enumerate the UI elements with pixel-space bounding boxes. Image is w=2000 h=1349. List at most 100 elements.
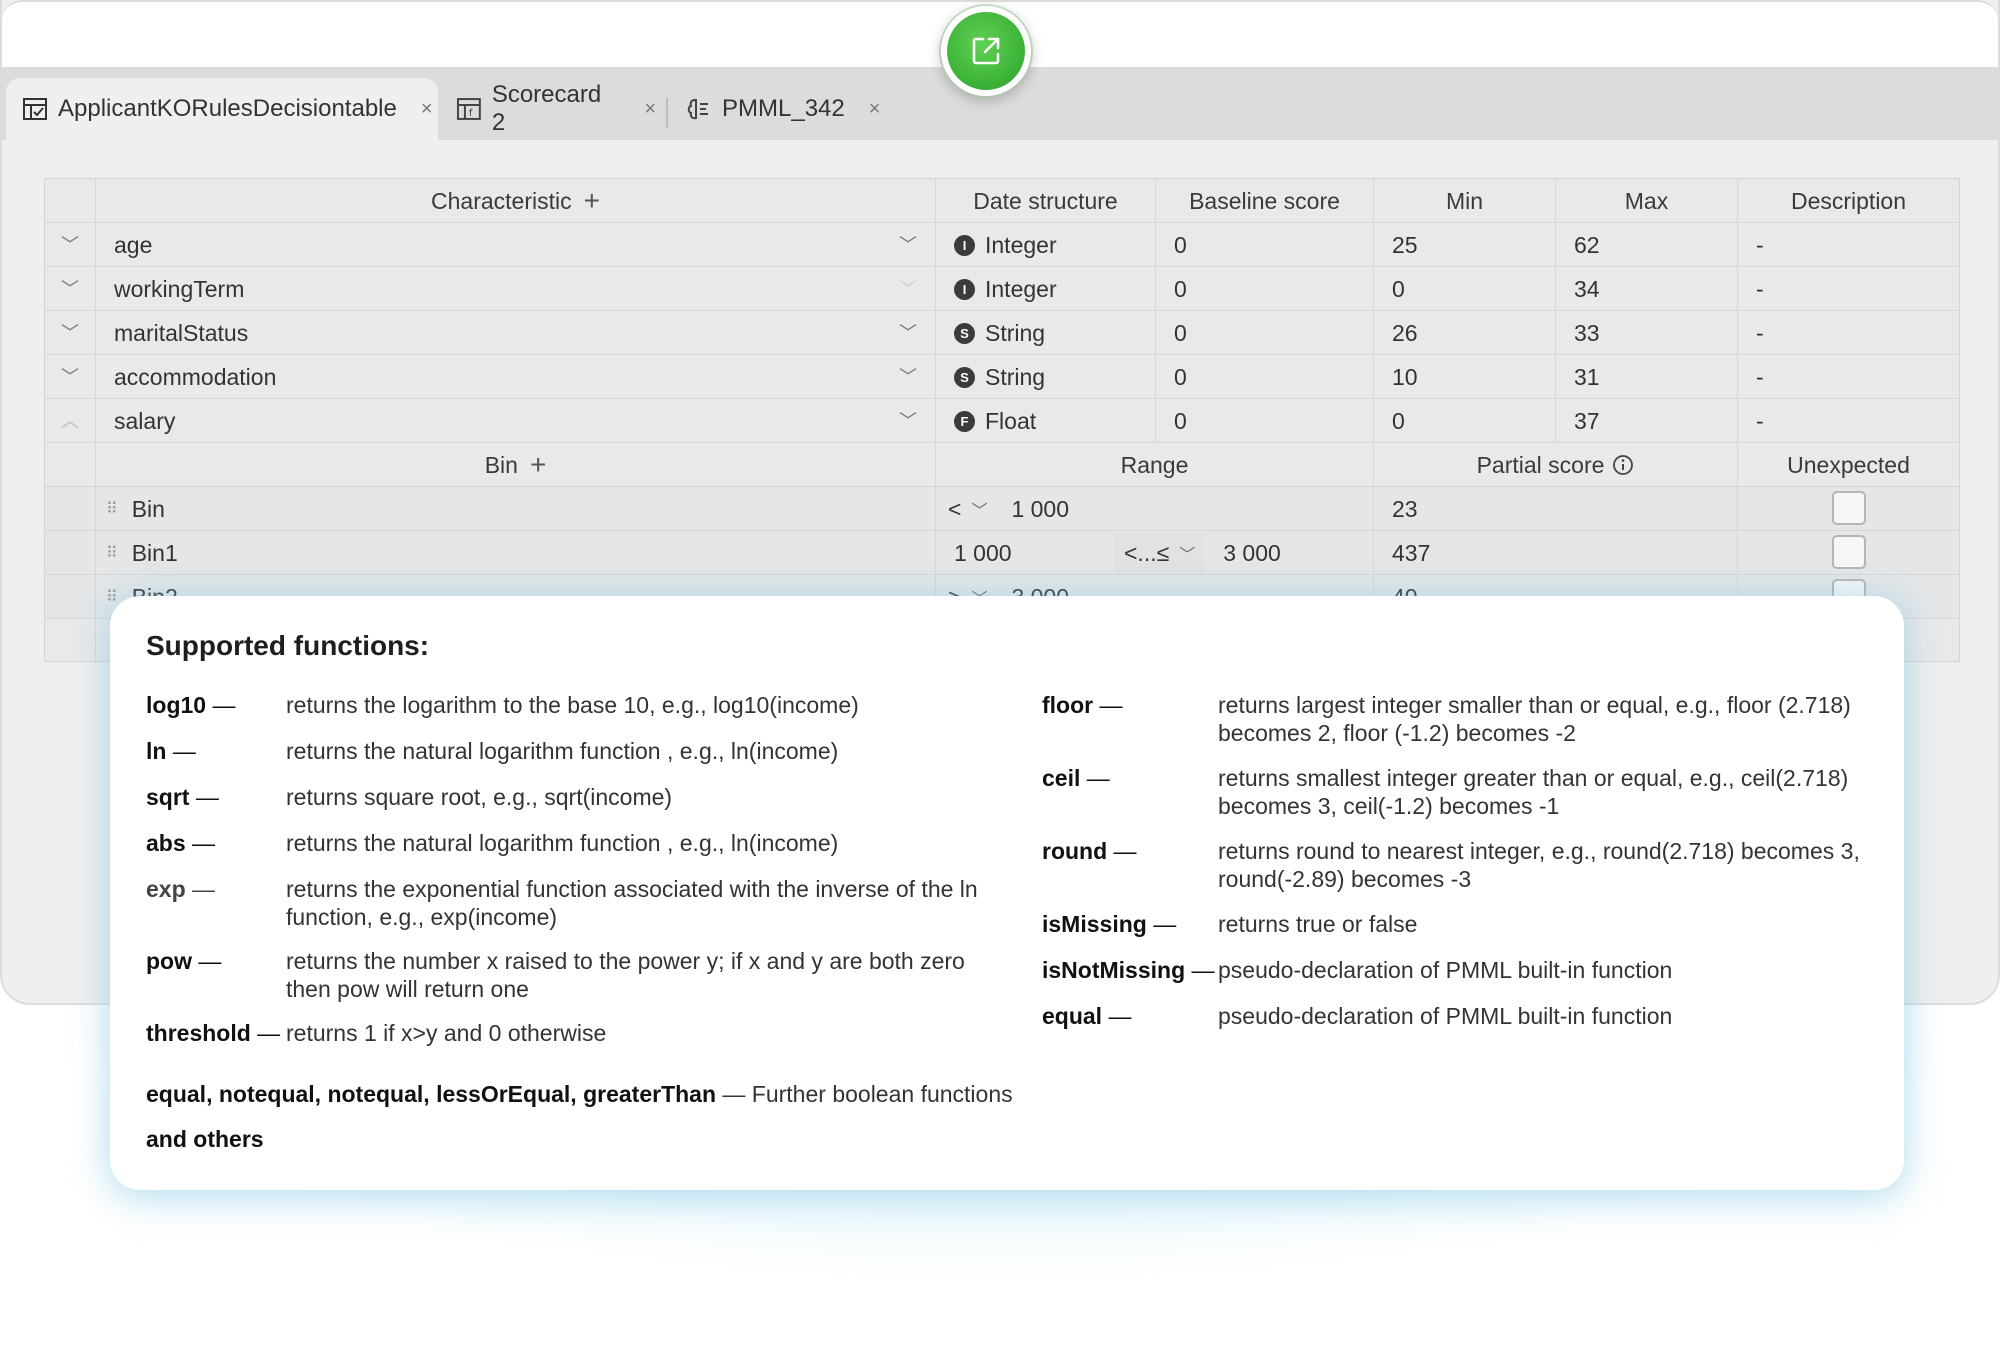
- min-value[interactable]: 26: [1373, 311, 1555, 355]
- chevron-down-icon[interactable]: ﹀: [899, 319, 917, 345]
- range-operator[interactable]: <: [948, 496, 961, 523]
- fn-label: threshold: [146, 1020, 251, 1046]
- unexpected-column-header: Unexpected: [1737, 443, 1959, 487]
- baseline-score[interactable]: 0: [1155, 399, 1373, 443]
- open-external-button[interactable]: [941, 6, 1031, 96]
- tab-pmml-342[interactable]: PMML_342 ×: [686, 78, 886, 140]
- drag-handle-icon[interactable]: ⠿: [106, 587, 118, 607]
- info-icon[interactable]: [1612, 454, 1634, 476]
- dash: —: [1153, 911, 1177, 937]
- bin-column-header: Bin +: [95, 443, 935, 487]
- range-from[interactable]: 1 000: [954, 540, 1114, 567]
- column-header-max: Max: [1555, 179, 1737, 223]
- add-characteristic-icon[interactable]: +: [584, 185, 600, 217]
- expand-chevron-icon[interactable]: ﹀: [61, 231, 79, 257]
- drag-handle-icon[interactable]: ⠿: [106, 543, 118, 563]
- popup-title: Supported functions:: [146, 630, 430, 661]
- expand-chevron-icon[interactable]: ﹀: [61, 275, 79, 301]
- dash: —: [195, 784, 219, 810]
- characteristic-name[interactable]: age ﹀: [95, 223, 935, 267]
- baseline-score[interactable]: 0: [1155, 267, 1373, 311]
- description-value[interactable]: -: [1737, 223, 1959, 267]
- description-value[interactable]: -: [1737, 267, 1959, 311]
- close-icon[interactable]: ×: [869, 98, 881, 121]
- table-row[interactable]: ﹀ maritalStatus ﹀ S String 0 26 33 -: [45, 311, 1959, 355]
- bin-header: Bin + Range Partial score Unexpected: [45, 443, 1959, 487]
- description-value[interactable]: -: [1737, 355, 1959, 399]
- table-row[interactable]: ﹀ accommodation ﹀ S String 0 10 31 -: [45, 355, 1959, 399]
- add-bin-icon[interactable]: +: [530, 449, 546, 481]
- max-value[interactable]: 37: [1555, 399, 1737, 443]
- bin-row[interactable]: ⠿ Bin1 1 000 <...≤ ﹀ 3 000 437: [45, 531, 1959, 575]
- table-row[interactable]: ﹀ age ﹀ I Integer 0 25 62 -: [45, 223, 1959, 267]
- max-value[interactable]: 31: [1555, 355, 1737, 399]
- table-row[interactable]: ﹀ workingTerm ﹀ I Integer 0 0 34 -: [45, 267, 1959, 311]
- range-cell[interactable]: 1 000 <...≤ ﹀ 3 000: [935, 531, 1373, 575]
- function-name: round —: [1042, 838, 1137, 865]
- dash: —: [198, 948, 222, 974]
- function-description: returns the logarithm to the base 10, e.…: [286, 692, 859, 718]
- range-operator-select[interactable]: <...≤ ﹀: [1114, 532, 1206, 574]
- bin-row[interactable]: ⠿ Bin < ﹀ 1 000 23: [45, 487, 1959, 531]
- bin-name-cell[interactable]: ⠿ Bin1: [95, 531, 935, 575]
- min-value[interactable]: 10: [1373, 355, 1555, 399]
- partial-score[interactable]: 23: [1373, 487, 1737, 531]
- range-cell[interactable]: < ﹀ 1 000: [935, 487, 1373, 531]
- partial-score[interactable]: 437: [1373, 531, 1737, 575]
- min-value[interactable]: 0: [1373, 399, 1555, 443]
- table-row[interactable]: ︿ salary ﹀ F Float 0 0 37 -: [45, 399, 1959, 443]
- chevron-down-icon[interactable]: ﹀: [899, 231, 917, 257]
- function-name: log10 —: [146, 692, 235, 719]
- characteristic-name[interactable]: salary ﹀: [95, 399, 935, 443]
- expand-chevron-icon[interactable]: ﹀: [61, 319, 79, 345]
- integer-type-icon: I: [954, 278, 975, 300]
- pmml-icon: [687, 99, 708, 120]
- characteristic-name[interactable]: workingTerm ﹀: [95, 267, 935, 311]
- unexpected-checkbox[interactable]: [1832, 491, 1866, 525]
- function-description: returns square root, e.g., sqrt(income): [286, 784, 673, 810]
- max-value[interactable]: 34: [1555, 267, 1737, 311]
- cell-text: Bin: [131, 495, 165, 522]
- max-value[interactable]: 62: [1555, 223, 1737, 267]
- dash: —: [212, 692, 236, 718]
- expand-chevron-icon[interactable]: ﹀: [61, 363, 79, 389]
- string-type-icon: S: [954, 366, 975, 388]
- description-value[interactable]: -: [1737, 399, 1959, 443]
- collapse-chevron-icon[interactable]: ︿: [61, 407, 79, 433]
- baseline-score[interactable]: 0: [1155, 311, 1373, 355]
- tab-scorecard-2[interactable]: f Scorecard 2 ×: [456, 78, 656, 140]
- baseline-score[interactable]: 0: [1155, 355, 1373, 399]
- fn-label: round: [1042, 838, 1108, 864]
- max-value[interactable]: 33: [1555, 311, 1737, 355]
- partial-score-column-header: Partial score: [1373, 443, 1737, 487]
- unexpected-checkbox[interactable]: [1832, 535, 1866, 569]
- integer-type-icon: I: [954, 234, 975, 256]
- range-to[interactable]: 1 000: [1011, 496, 1069, 523]
- column-header-date-structure: Date structure: [935, 179, 1155, 223]
- dash: —: [1099, 692, 1123, 718]
- bin-name-cell[interactable]: ⠿ Bin: [95, 487, 935, 531]
- close-icon[interactable]: ×: [644, 98, 656, 121]
- characteristic-name[interactable]: accommodation ﹀: [95, 355, 935, 399]
- characteristic-name[interactable]: maritalStatus ﹀: [95, 311, 935, 355]
- chevron-down-icon[interactable]: ﹀: [899, 275, 917, 301]
- chevron-down-icon[interactable]: ﹀: [971, 497, 987, 521]
- close-icon[interactable]: ×: [421, 98, 433, 121]
- cell-text: salary: [114, 407, 176, 434]
- min-value[interactable]: 0: [1373, 267, 1555, 311]
- function-name: isMissing —: [1042, 911, 1176, 938]
- range-to[interactable]: 3 000: [1223, 540, 1281, 567]
- description-value[interactable]: -: [1737, 311, 1959, 355]
- dash: —: [1086, 765, 1110, 791]
- baseline-score[interactable]: 0: [1155, 223, 1373, 267]
- drag-handle-icon[interactable]: ⠿: [106, 499, 118, 519]
- min-value[interactable]: 25: [1373, 223, 1555, 267]
- data-type: S String: [935, 355, 1155, 399]
- chevron-down-icon[interactable]: ﹀: [899, 407, 917, 433]
- float-type-icon: F: [954, 410, 975, 432]
- tab-applicant-ko-rules[interactable]: ApplicantKORulesDecisiontable ×: [6, 78, 438, 140]
- dash: —: [172, 738, 196, 764]
- dash: —: [192, 876, 216, 902]
- column-header-characteristic: Characteristic +: [95, 179, 935, 223]
- chevron-down-icon[interactable]: ﹀: [899, 363, 917, 389]
